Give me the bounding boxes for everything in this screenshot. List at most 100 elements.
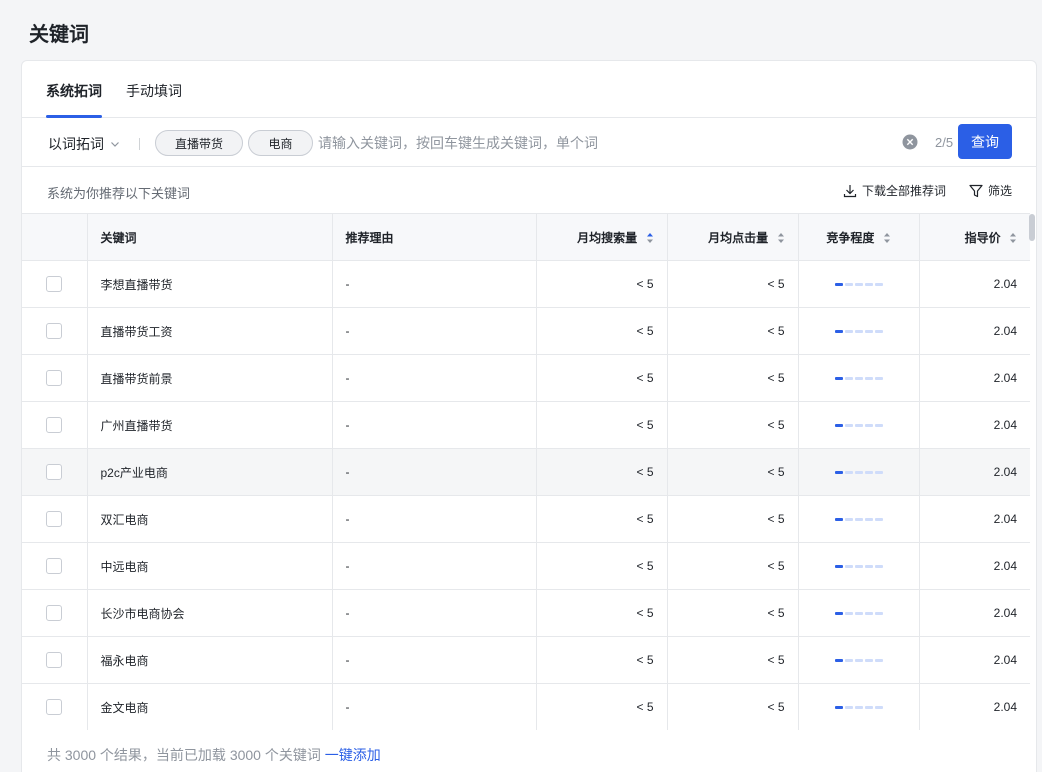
table-row[interactable]: 中远电商 - < 5 < 5 2.04 bbox=[22, 542, 1030, 590]
expand-mode-label: 以词拓词 bbox=[48, 136, 104, 152]
competition-segment bbox=[864, 330, 873, 334]
column-header-guide-price[interactable]: 指导价 bbox=[919, 213, 1030, 261]
competition-segment bbox=[854, 283, 863, 287]
keyword-input[interactable] bbox=[318, 132, 888, 154]
keyword-tag[interactable]: 电商 bbox=[248, 130, 313, 156]
table-row[interactable]: 福永电商 - < 5 < 5 2.04 bbox=[22, 636, 1030, 684]
guide-price-cell: 2.04 bbox=[919, 401, 1030, 449]
monthly-search-cell: < 5 bbox=[536, 448, 668, 496]
sort-icon[interactable] bbox=[777, 232, 785, 244]
table-row[interactable]: 直播带货工资 - < 5 < 5 2.04 bbox=[22, 307, 1030, 355]
sort-icon[interactable] bbox=[883, 232, 891, 244]
competition-segment bbox=[874, 518, 883, 522]
table-row[interactable]: 长沙市电商协会 - < 5 < 5 2.04 bbox=[22, 589, 1030, 637]
table-scrollbar[interactable] bbox=[1029, 214, 1035, 241]
monthly-search-cell: < 5 bbox=[536, 354, 668, 402]
row-checkbox[interactable] bbox=[46, 464, 63, 480]
row-checkbox[interactable] bbox=[46, 370, 63, 386]
row-checkbox[interactable] bbox=[46, 699, 63, 715]
guide-price-cell: 2.04 bbox=[919, 260, 1030, 308]
guide-price-cell: 2.04 bbox=[919, 354, 1030, 402]
competition-cell bbox=[798, 401, 920, 449]
competition-segment bbox=[854, 377, 863, 381]
monthly-clicks-cell: < 5 bbox=[667, 495, 799, 543]
keyword-cell: 长沙市电商协会 bbox=[87, 589, 333, 637]
competition-meter bbox=[834, 377, 883, 381]
keyword-cell: p2c产业电商 bbox=[87, 448, 333, 496]
reason-cell: - bbox=[332, 354, 537, 402]
competition-segment bbox=[864, 283, 873, 287]
row-select-cell bbox=[22, 354, 88, 402]
guide-price-cell: 2.04 bbox=[919, 683, 1030, 730]
row-checkbox[interactable] bbox=[46, 276, 63, 292]
competition-segment bbox=[864, 612, 873, 616]
table-row[interactable]: 李想直播带货 - < 5 < 5 2.04 bbox=[22, 260, 1030, 308]
competition-meter bbox=[834, 471, 883, 475]
query-button[interactable]: 查询 bbox=[958, 124, 1012, 159]
competition-segment bbox=[834, 471, 843, 475]
keyword-cell: 直播带货工资 bbox=[87, 307, 333, 355]
table-row[interactable]: 双汇电商 - < 5 < 5 2.04 bbox=[22, 495, 1030, 543]
row-checkbox[interactable] bbox=[46, 605, 63, 621]
row-select-cell bbox=[22, 495, 88, 543]
add-all-link[interactable]: 一键添加 bbox=[325, 747, 381, 763]
monthly-search-cell: < 5 bbox=[536, 542, 668, 590]
reason-cell: - bbox=[332, 401, 537, 449]
download-icon bbox=[843, 184, 857, 197]
row-checkbox[interactable] bbox=[46, 511, 63, 527]
download-all-button[interactable]: 下载全部推荐词 bbox=[842, 182, 946, 199]
tab-manual-input[interactable]: 手动填词 bbox=[126, 81, 182, 118]
column-header-competition[interactable]: 竞争程度 bbox=[798, 213, 920, 261]
column-header-reason: 推荐理由 bbox=[332, 213, 537, 261]
keyword-tag[interactable]: 直播带货 bbox=[155, 130, 243, 156]
row-checkbox[interactable] bbox=[46, 558, 63, 574]
filter-button[interactable]: 筛选 bbox=[968, 182, 1012, 199]
table-row[interactable]: 金文电商 - < 5 < 5 2.04 bbox=[22, 683, 1030, 730]
column-header-monthly-clicks[interactable]: 月均点击量 bbox=[667, 213, 799, 261]
monthly-clicks-cell: < 5 bbox=[667, 401, 799, 449]
sort-icon[interactable] bbox=[646, 232, 654, 244]
competition-segment bbox=[864, 424, 873, 428]
sort-icon[interactable] bbox=[1009, 232, 1017, 244]
filter-label: 筛选 bbox=[988, 184, 1013, 198]
tab-system-expand[interactable]: 系统拓词 bbox=[46, 81, 102, 118]
competition-segment bbox=[854, 565, 863, 569]
row-checkbox[interactable] bbox=[46, 323, 63, 339]
result-footer: 共 3000 个结果，当前已加载 3000 个关键词 一键添加 bbox=[47, 745, 381, 765]
monthly-clicks-cell: < 5 bbox=[667, 636, 799, 684]
competition-cell bbox=[798, 589, 920, 637]
competition-segment bbox=[844, 283, 853, 287]
competition-segment bbox=[874, 659, 883, 663]
table-row[interactable]: 广州直播带货 - < 5 < 5 2.04 bbox=[22, 401, 1030, 449]
monthly-search-cell: < 5 bbox=[536, 636, 668, 684]
guide-price-cell: 2.04 bbox=[919, 589, 1030, 637]
row-select-cell bbox=[22, 589, 88, 637]
monthly-search-cell: < 5 bbox=[536, 307, 668, 355]
reason-cell: - bbox=[332, 589, 537, 637]
competition-segment bbox=[864, 659, 873, 663]
competition-segment bbox=[834, 659, 843, 663]
column-header-keyword: 关键词 bbox=[87, 213, 333, 261]
monthly-clicks-cell: < 5 bbox=[667, 589, 799, 637]
monthly-search-cell: < 5 bbox=[536, 589, 668, 637]
column-header-monthly-search[interactable]: 月均搜索量 bbox=[536, 213, 668, 261]
clear-icon[interactable] bbox=[902, 134, 918, 150]
competition-segment bbox=[874, 283, 883, 287]
expand-mode-select[interactable]: 以词拓词 bbox=[48, 134, 120, 154]
row-checkbox[interactable] bbox=[46, 417, 63, 433]
filter-icon bbox=[969, 184, 983, 197]
reason-cell: - bbox=[332, 495, 537, 543]
competition-segment bbox=[864, 471, 873, 475]
competition-segment bbox=[844, 706, 853, 710]
keyword-cell: 金文电商 bbox=[87, 683, 333, 730]
competition-segment bbox=[834, 518, 843, 522]
row-checkbox[interactable] bbox=[46, 652, 63, 668]
competition-segment bbox=[834, 565, 843, 569]
table-row[interactable]: 直播带货前景 - < 5 < 5 2.04 bbox=[22, 354, 1030, 402]
table-row[interactable]: p2c产业电商 - < 5 < 5 2.04 bbox=[22, 448, 1030, 496]
competition-cell bbox=[798, 542, 920, 590]
competition-segment bbox=[864, 377, 873, 381]
competition-segment bbox=[844, 377, 853, 381]
competition-segment bbox=[854, 659, 863, 663]
reason-cell: - bbox=[332, 542, 537, 590]
